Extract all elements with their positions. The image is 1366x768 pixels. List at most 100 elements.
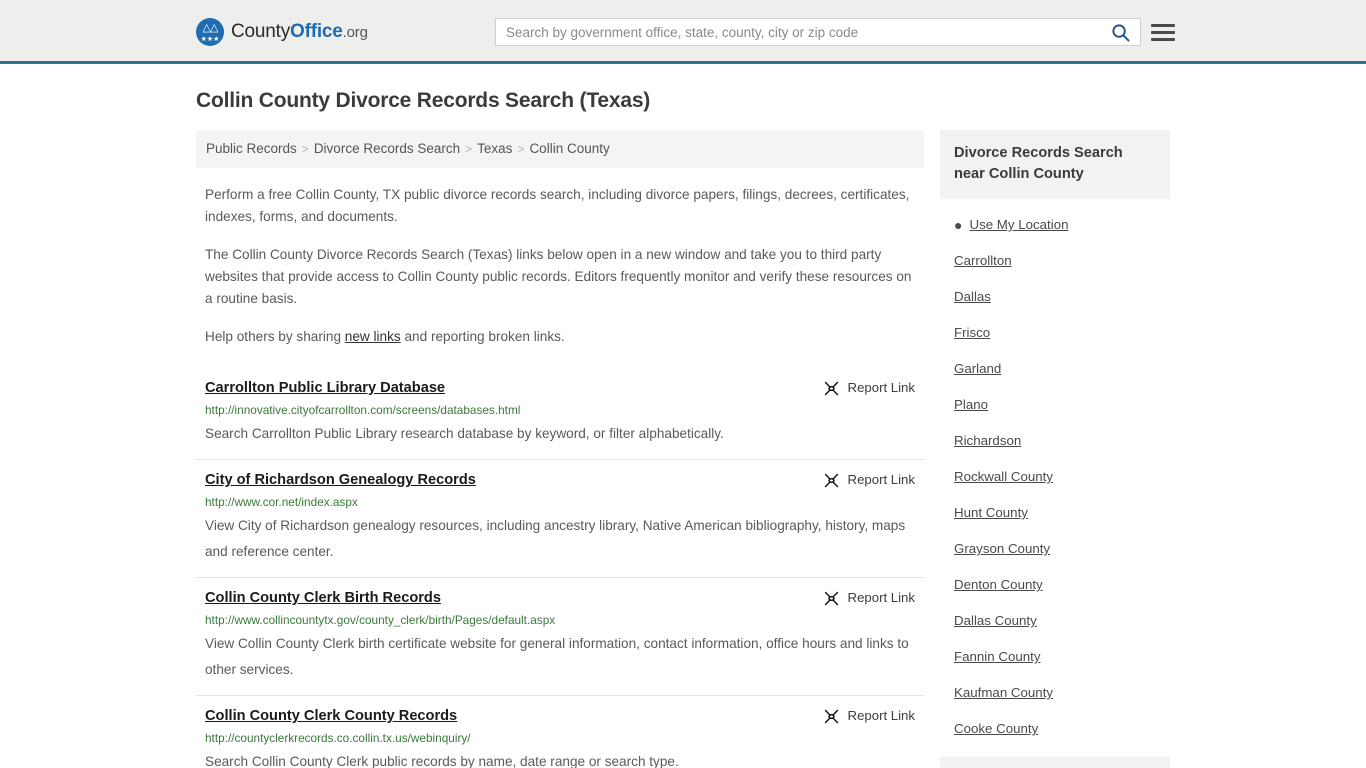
result-title-link[interactable]: City of Richardson Genealogy Records <box>205 470 488 490</box>
sidebar-link-row[interactable]: Cooke County <box>940 711 1170 747</box>
main-column: Public Records > Divorce Records Search > Te… <box>196 130 924 768</box>
menu-bar-3 <box>1151 37 1175 41</box>
panel-title: Divorce Records Search near Collin Count… <box>940 130 1170 199</box>
result-url: http://www.collincountytx.gov/county_cle… <box>205 613 556 627</box>
logo-text-dotorg: .org <box>342 24 368 41</box>
sidebar-link-fannin-county[interactable]: Fannin County <box>954 648 1040 666</box>
result-url: http://countyclerkrecords.co.collin.tx.u… <box>205 731 471 745</box>
result-header: City of Richardson Genealogy Records Rep… <box>205 470 915 490</box>
logo-text-office: Office <box>290 21 343 42</box>
breadcrumb-separator: > <box>517 142 525 156</box>
sidebar-link-garland[interactable]: Garland <box>954 360 1001 378</box>
result-description: View City of Richardson genealogy resour… <box>205 518 906 559</box>
site-logo[interactable]: △△ ★★★ CountyOffice.org <box>196 18 368 46</box>
result-description: View Collin County Clerk birth certifica… <box>205 636 909 677</box>
sidebar-link-hunt-county[interactable]: Hunt County <box>954 504 1028 522</box>
sidebar-link-row[interactable]: Richardson <box>940 423 1170 459</box>
sidebar-link-row[interactable]: Carrollton <box>940 243 1170 279</box>
report-link-button[interactable]: Report Link <box>823 378 915 397</box>
intro-paragraph-1: Perform a free Collin County, TX public … <box>205 187 910 224</box>
sidebar-link-plano[interactable]: Plano <box>954 396 988 414</box>
report-link-button[interactable]: Report Link <box>823 470 915 489</box>
sidebar-link-row[interactable]: Rockwall County <box>940 459 1170 495</box>
result-description: Search Carrollton Public Library researc… <box>205 426 724 441</box>
sidebar-link-dallas-county[interactable]: Dallas County <box>954 612 1037 630</box>
breadcrumb-item-texas[interactable]: Texas <box>477 141 512 156</box>
result-header: Carrollton Public Library Database Repor… <box>205 378 915 398</box>
search-input[interactable] <box>496 19 1100 45</box>
results-list: Carrollton Public Library Database Repor… <box>196 368 924 768</box>
breadcrumb-item-public-records[interactable]: Public Records <box>206 141 297 156</box>
map-pin-icon: ●️ <box>954 217 963 233</box>
sidebar-link-grayson-county[interactable]: Grayson County <box>954 540 1050 558</box>
sidebar-link-kaufman-county[interactable]: Kaufman County <box>954 684 1053 702</box>
report-link-label: Report Link <box>847 380 915 395</box>
sidebar-link-rockwall-county[interactable]: Rockwall County <box>954 468 1053 486</box>
search-button[interactable] <box>1100 19 1140 45</box>
page-body: Collin County Divorce Records Search (Te… <box>0 88 1366 768</box>
logo-text-county: County <box>231 21 291 42</box>
collin-county-public-panel: Collin County Public <box>940 757 1170 768</box>
sidebar-link-row[interactable]: Frisco <box>940 315 1170 351</box>
sidebar-link-row[interactable]: Grayson County <box>940 531 1170 567</box>
search-icon <box>1111 23 1130 42</box>
eagle-emblem-icon: △△ ★★★ <box>196 18 224 46</box>
result-item: City of Richardson Genealogy Records Rep… <box>196 459 924 577</box>
report-link-button[interactable]: Report Link <box>823 706 915 725</box>
sidebar: Divorce Records Search near Collin Count… <box>940 130 1170 768</box>
search-bar <box>495 18 1141 46</box>
sidebar-link-richardson[interactable]: Richardson <box>954 432 1021 450</box>
sidebar-link-dallas[interactable]: Dallas <box>954 288 991 306</box>
intro-paragraph-3: Help others by sharing new links and rep… <box>196 326 924 348</box>
report-link-label: Report Link <box>847 590 915 605</box>
sidebar-link-row[interactable]: Fannin County <box>940 639 1170 675</box>
breadcrumb-separator: > <box>301 142 309 156</box>
menu-bar-1 <box>1151 23 1175 27</box>
result-title-link[interactable]: Carrollton Public Library Database <box>205 378 457 398</box>
page-title: Collin County Divorce Records Search (Te… <box>196 89 651 112</box>
sidebar-link-row[interactable]: Kaufman County <box>940 675 1170 711</box>
intro-share-prefix: Help others by sharing <box>205 329 345 344</box>
intro-share-suffix: and reporting broken links. <box>400 329 565 344</box>
report-link-label: Report Link <box>847 708 915 723</box>
result-url: http://www.cor.net/index.aspx <box>205 495 358 509</box>
logo-text: CountyOffice.org <box>231 21 368 43</box>
sidebar-link-row[interactable]: Plano <box>940 387 1170 423</box>
breadcrumb: Public Records > Divorce Records Search > Te… <box>196 130 924 168</box>
sidebar-link-row[interactable]: Garland <box>940 351 1170 387</box>
result-title-link[interactable]: Collin County Clerk Birth Records <box>205 588 453 608</box>
broken-link-icon <box>824 473 838 487</box>
result-url: http://innovative.cityofcarrollton.com/s… <box>205 403 521 417</box>
hamburger-menu-icon[interactable] <box>1151 19 1175 45</box>
result-header: Collin County Clerk Birth Records Report… <box>205 588 915 608</box>
sidebar-link-row[interactable]: Dallas <box>940 279 1170 315</box>
report-link-button[interactable]: Report Link <box>823 588 915 607</box>
breadcrumb-item-divorce-records-search[interactable]: Divorce Records Search <box>314 141 460 156</box>
report-link-label: Report Link <box>847 472 915 487</box>
menu-bar-2 <box>1151 30 1175 34</box>
broken-link-icon <box>824 381 838 395</box>
site-header: △△ ★★★ CountyOffice.org <box>0 0 1366 64</box>
nearby-searches-panel: Divorce Records Search near Collin Count… <box>940 130 1170 747</box>
breadcrumb-item-collin-county[interactable]: Collin County <box>529 141 609 156</box>
new-links-link[interactable]: new links <box>345 329 401 344</box>
broken-link-icon <box>824 591 838 605</box>
sidebar-link-denton-county[interactable]: Denton County <box>954 576 1043 594</box>
broken-link-icon <box>824 709 838 723</box>
result-item: Collin County Clerk Birth Records Report… <box>196 577 924 695</box>
breadcrumb-separator: > <box>465 142 473 156</box>
panel-title: Collin County Public <box>940 757 1170 768</box>
sidebar-link-frisco[interactable]: Frisco <box>954 324 990 342</box>
sidebar-link-carrollton[interactable]: Carrollton <box>954 252 1012 270</box>
result-item: Collin County Clerk County Records Repor… <box>196 695 924 768</box>
use-my-location-row[interactable]: ●️ Use My Location <box>940 207 1170 243</box>
intro-text: Perform a free Collin County, TX public … <box>196 184 924 348</box>
sidebar-link-row[interactable]: Hunt County <box>940 495 1170 531</box>
sidebar-link-row[interactable]: Denton County <box>940 567 1170 603</box>
sidebar-link-row[interactable]: Dallas County <box>940 603 1170 639</box>
sidebar-link-cooke-county[interactable]: Cooke County <box>954 720 1038 738</box>
result-title-link[interactable]: Collin County Clerk County Records <box>205 706 469 726</box>
use-my-location-link[interactable]: Use My Location <box>969 216 1068 234</box>
intro-paragraph-2: The Collin County Divorce Records Search… <box>205 247 912 306</box>
panel-body: ●️ Use My Location Carrollton Dallas Fri… <box>940 199 1170 747</box>
